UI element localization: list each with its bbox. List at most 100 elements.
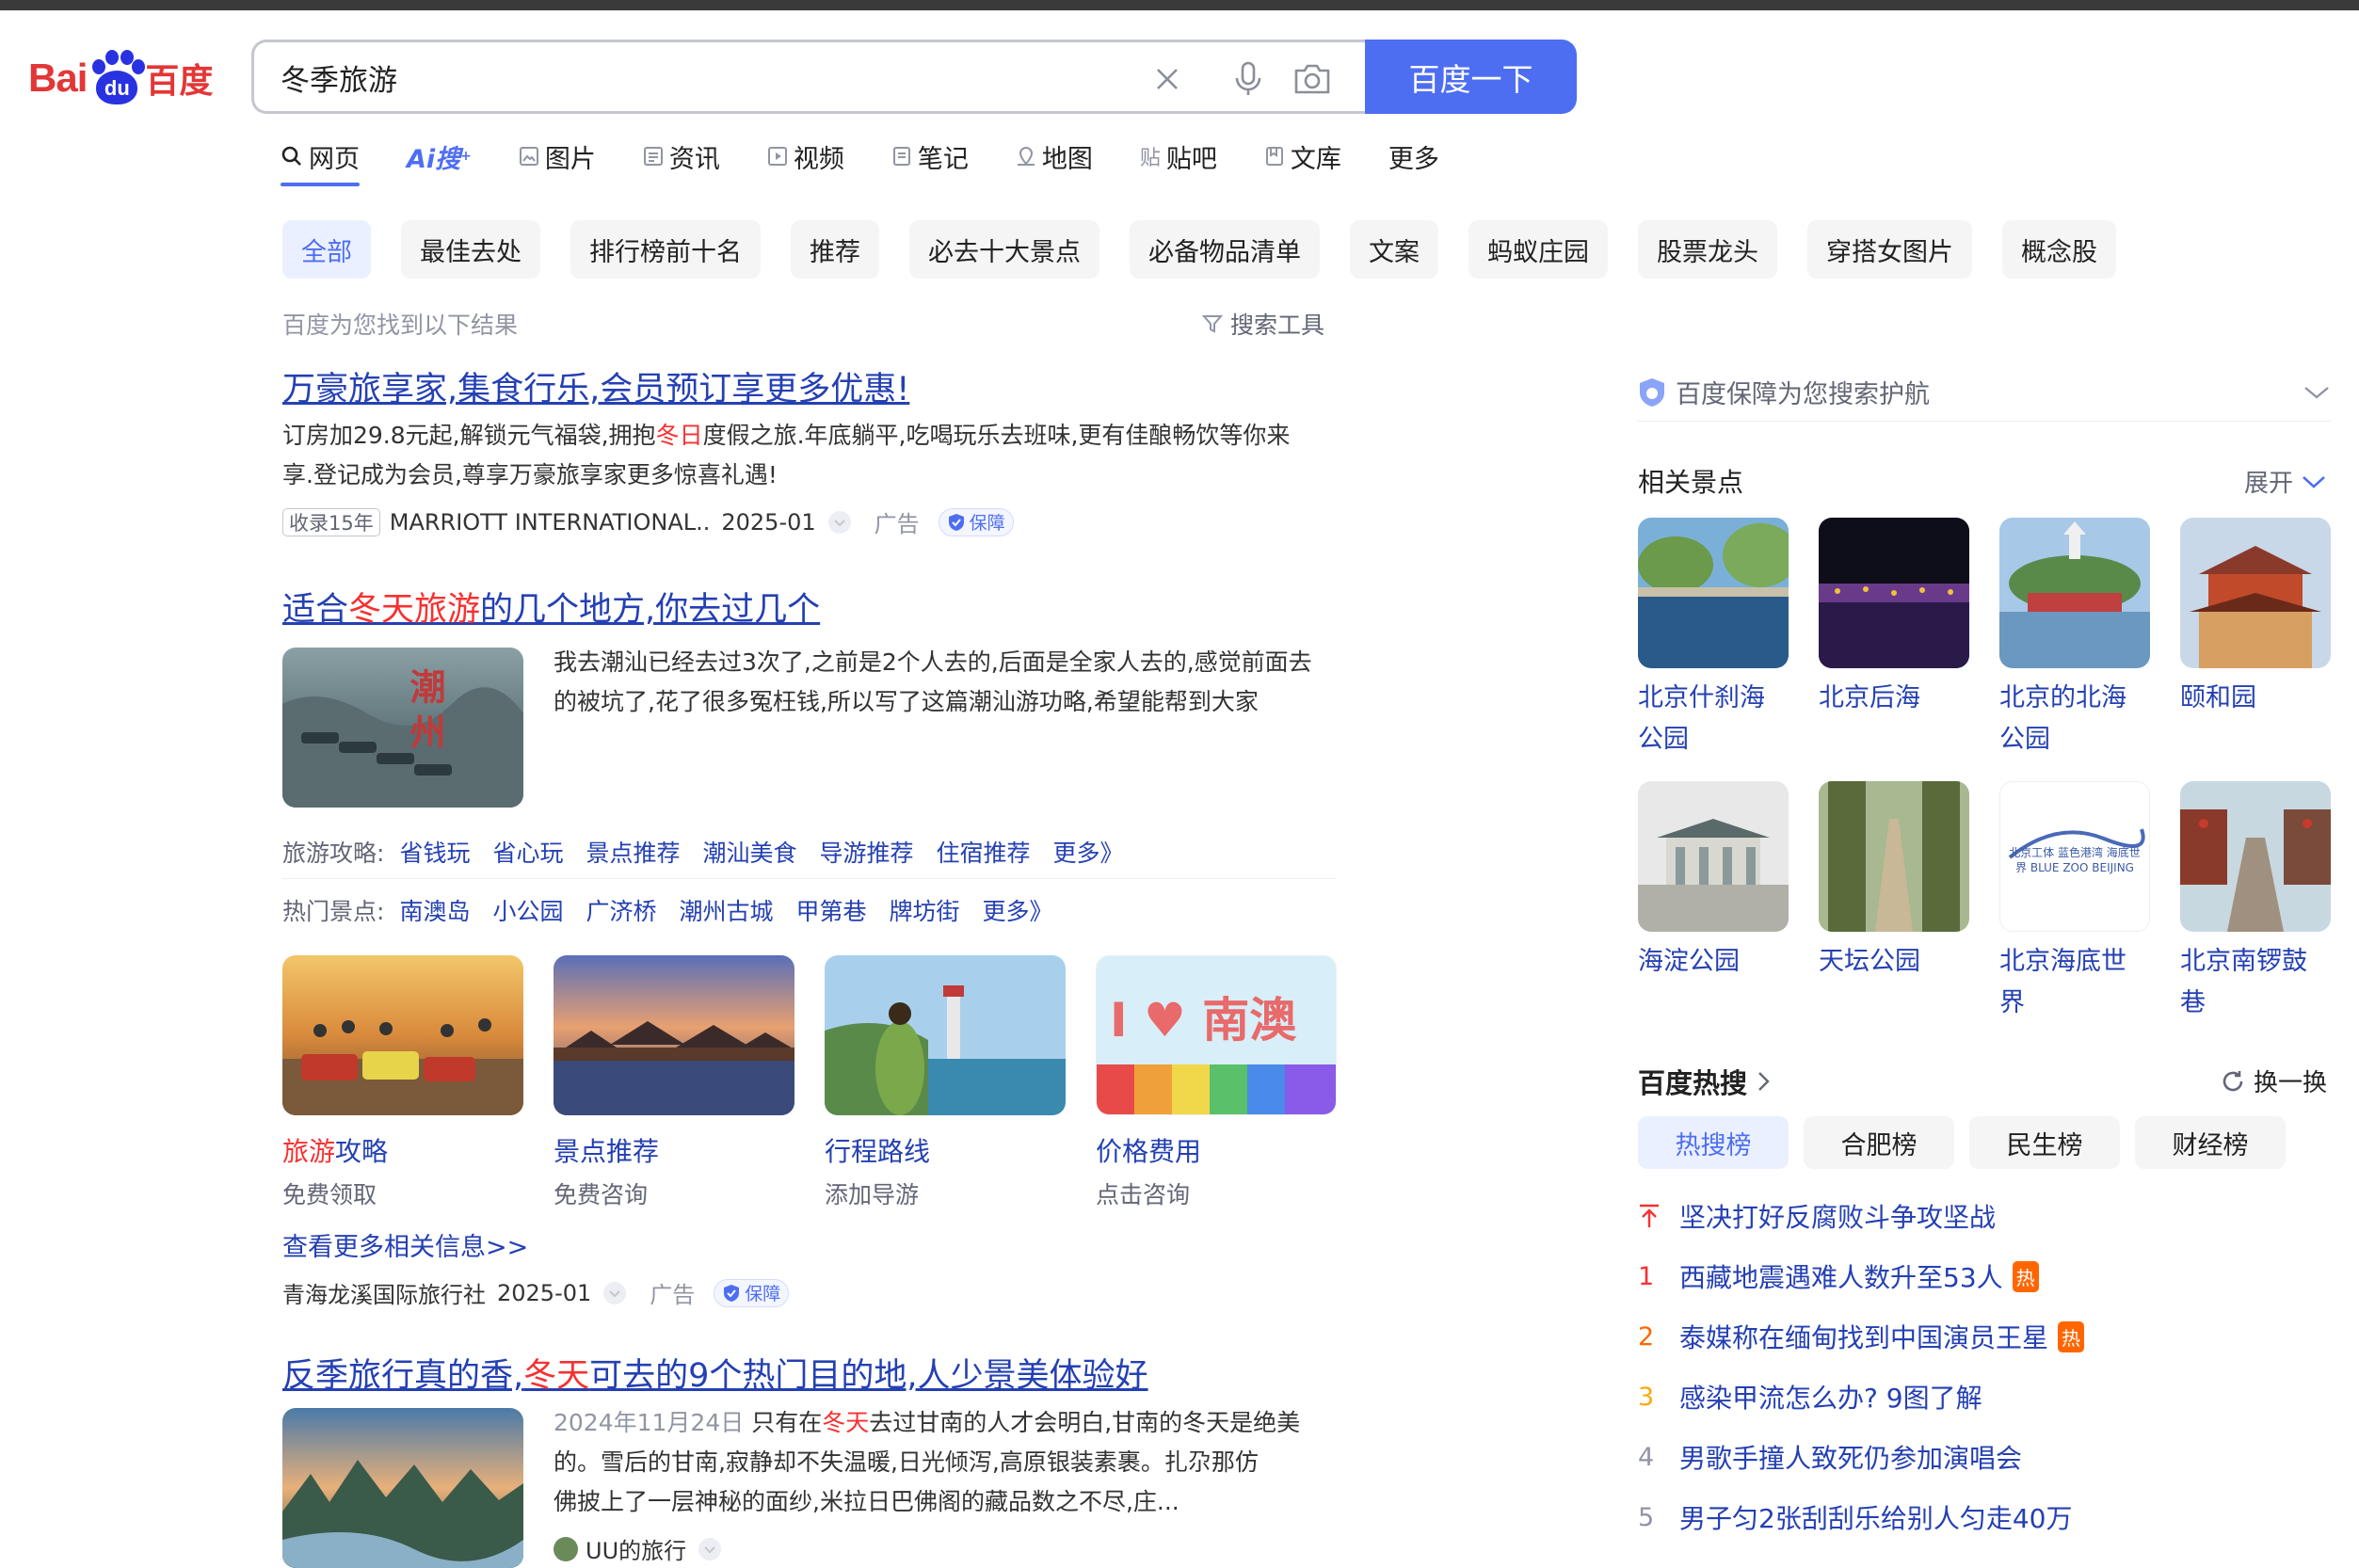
guide-link[interactable]: 省心玩 bbox=[492, 835, 563, 869]
card-title[interactable]: 景点推荐 bbox=[554, 1131, 659, 1169]
microphone-icon[interactable] bbox=[1229, 60, 1267, 98]
baidu-guarantee-bar[interactable]: 百度保障为您搜索护航 bbox=[1638, 363, 2331, 422]
hot-tab[interactable]: 合肥榜 bbox=[1804, 1116, 1954, 1169]
hot-tab[interactable]: 财经榜 bbox=[2135, 1116, 2286, 1169]
guide-more-link[interactable]: 更多》 bbox=[1053, 835, 1124, 869]
spot-card[interactable]: 颐和园 bbox=[2180, 518, 2331, 719]
result-3-title[interactable]: 反季旅行真的香,冬天可去的9个热门目的地,人少景美体验好 bbox=[282, 1349, 1148, 1397]
chip[interactable]: 必备物品清单 bbox=[1130, 220, 1320, 279]
result-2-title[interactable]: 适合冬天旅游的几个地方,你去过几个 bbox=[282, 583, 820, 631]
chip[interactable]: 文案 bbox=[1350, 220, 1438, 279]
search-tools-button[interactable]: 搜索工具 bbox=[1202, 307, 1324, 341]
tab-web[interactable]: 网页 bbox=[281, 132, 360, 186]
card-image-travel-guide[interactable] bbox=[282, 955, 523, 1115]
spot-link[interactable]: 甲第巷 bbox=[796, 893, 867, 927]
guide-link[interactable]: 潮汕美食 bbox=[702, 835, 796, 869]
spot-card[interactable]: 北京后海 bbox=[1819, 518, 1969, 719]
indexed-badge: 收录15年 bbox=[282, 507, 380, 536]
card-image-itinerary[interactable] bbox=[825, 955, 1066, 1115]
clear-icon[interactable] bbox=[1148, 60, 1186, 98]
refresh-button[interactable]: 换一换 bbox=[2220, 1064, 2327, 1098]
chip[interactable]: 蚂蚁庄园 bbox=[1468, 220, 1608, 279]
chip[interactable]: 必去十大景点 bbox=[909, 220, 1099, 279]
expand-button[interactable]: 展开 bbox=[2244, 464, 2327, 499]
chip-all[interactable]: 全部 bbox=[282, 220, 371, 279]
search-input[interactable] bbox=[281, 52, 1090, 103]
camera-icon[interactable] bbox=[1293, 60, 1331, 98]
hot-search-title[interactable]: 百度热搜 bbox=[1638, 1062, 1772, 1101]
card-subtitle: 免费咨询 bbox=[554, 1181, 649, 1208]
check-shield-icon bbox=[947, 513, 966, 532]
spot-link[interactable]: 小公园 bbox=[492, 893, 563, 927]
chip[interactable]: 推荐 bbox=[791, 220, 879, 279]
spot-card[interactable]: 海淀公园 bbox=[1638, 781, 1789, 983]
spot-link[interactable]: 广济桥 bbox=[586, 893, 656, 927]
result-1-title[interactable]: 万豪旅享家,集食行乐,会员预订享更多优惠! bbox=[282, 362, 909, 410]
source-name[interactable]: MARRIOTT INTERNATIONAL.. bbox=[390, 509, 711, 536]
title-text: 反季旅行真的香, bbox=[282, 1357, 524, 1395]
hot-item-text: 男子匀2张刮刮乐给别人匀走40万 bbox=[1679, 1503, 2073, 1534]
tab-news[interactable]: 资讯 bbox=[643, 132, 720, 181]
card-title[interactable]: 行程路线 bbox=[825, 1131, 930, 1169]
chip[interactable]: 排行榜前十名 bbox=[570, 220, 761, 279]
spot-more-link[interactable]: 更多》 bbox=[983, 893, 1053, 927]
hot-item[interactable]: 4 男歌手撞人致死仍参加演唱会 bbox=[1638, 1427, 2084, 1487]
chip[interactable]: 最佳去处 bbox=[401, 220, 540, 279]
hot-tab[interactable]: 民生榜 bbox=[1969, 1116, 2120, 1169]
tab-video[interactable]: 视频 bbox=[767, 132, 844, 181]
guide-link[interactable]: 景点推荐 bbox=[586, 835, 680, 869]
search-button[interactable]: 百度一下 bbox=[1365, 40, 1577, 114]
tab-more[interactable]: 更多 bbox=[1388, 132, 1439, 181]
author-avatar bbox=[554, 1536, 578, 1561]
card-title[interactable]: 价格费用 bbox=[1096, 1131, 1201, 1169]
spot-image bbox=[1819, 781, 1969, 932]
spot-link[interactable]: 潮州古城 bbox=[679, 893, 773, 927]
result-2-thumbnail[interactable]: 潮州 bbox=[282, 648, 523, 808]
hot-item[interactable]: 坚决打好反腐败斗争攻坚战 bbox=[1638, 1186, 2084, 1246]
chevron-down-icon[interactable] bbox=[2303, 383, 2331, 402]
hot-tab[interactable]: 热搜榜 bbox=[1638, 1116, 1789, 1169]
spot-link[interactable]: 南澳岛 bbox=[399, 893, 470, 927]
hot-item[interactable]: 2 泰媒称在缅甸找到中国演员王星热 bbox=[1638, 1306, 2085, 1367]
guide-link[interactable]: 省钱玩 bbox=[399, 835, 470, 869]
tab-tieba[interactable]: 贴贴吧 bbox=[1140, 132, 1217, 181]
spot-card[interactable]: 北京什刹海公园 bbox=[1638, 518, 1789, 760]
card-title[interactable]: 旅游攻略 bbox=[282, 1131, 388, 1169]
spot-card[interactable]: 天坛公园 bbox=[1819, 781, 1969, 983]
tab-notes[interactable]: 笔记 bbox=[891, 132, 969, 181]
card-subtitle: 点击咨询 bbox=[1096, 1181, 1191, 1208]
hot-item[interactable]: 1 西藏地震遇难人数升至53人热 bbox=[1638, 1246, 2084, 1306]
spot-card[interactable]: 北京南锣鼓巷 bbox=[2180, 781, 2331, 1024]
chip[interactable]: 穿搭女图片 bbox=[1807, 220, 1972, 279]
chip[interactable]: 概念股 bbox=[2002, 220, 2116, 279]
author-name[interactable]: UU的旅行 bbox=[586, 1532, 686, 1565]
card-image-price[interactable]: I ♥ 南澳 bbox=[1096, 955, 1337, 1115]
more-info-link[interactable]: 查看更多相关信息>> bbox=[282, 1226, 528, 1263]
spot-card[interactable]: 北京的北海公园 bbox=[1999, 518, 2150, 760]
tab-label: 贴吧 bbox=[1165, 144, 1217, 174]
source-name[interactable]: 青海龙溪国际旅行社 bbox=[282, 1276, 486, 1309]
dropdown-icon[interactable] bbox=[827, 510, 852, 535]
tab-label: 文库 bbox=[1290, 144, 1341, 174]
dropdown-icon[interactable] bbox=[698, 1537, 722, 1561]
guide-link[interactable]: 住宿推荐 bbox=[937, 835, 1031, 869]
tab-wenku[interactable]: 文库 bbox=[1264, 132, 1341, 181]
tab-map[interactable]: 地图 bbox=[1016, 132, 1093, 181]
thumbnail-text: 潮州 bbox=[404, 668, 445, 759]
hot-item[interactable]: 5 男子匀2张刮刮乐给别人匀走40万 bbox=[1638, 1487, 2084, 1547]
hot-item[interactable]: 3 感染甲流怎么办? 9图了解 bbox=[1638, 1367, 2084, 1427]
card-image-attractions[interactable] bbox=[554, 955, 794, 1115]
result-3-thumbnail[interactable] bbox=[282, 1408, 523, 1568]
baidu-logo[interactable]: Bai du 百度 bbox=[28, 45, 213, 111]
doc-icon bbox=[1264, 146, 1285, 167]
dropdown-icon[interactable] bbox=[602, 1281, 627, 1305]
chip[interactable]: 股票龙头 bbox=[1638, 220, 1777, 279]
guarantee-badge[interactable]: 保障 bbox=[714, 1278, 790, 1307]
tab-ai-search[interactable]: Ai搜 + bbox=[407, 132, 472, 181]
guide-link[interactable]: 导游推荐 bbox=[820, 835, 914, 869]
hot-spots-links: 热门景点: 南澳岛 小公园 广济桥 潮州古城 甲第巷 牌坊街 更多》 bbox=[282, 893, 1076, 927]
spot-card[interactable]: 北京海底世界 北京工体 蓝色港湾 海底世界 BLUE ZOO BEIJING bbox=[1999, 781, 2150, 1024]
guarantee-badge[interactable]: 保障 bbox=[938, 507, 1014, 536]
spot-link[interactable]: 牌坊街 bbox=[890, 893, 960, 927]
tab-images[interactable]: 图片 bbox=[519, 132, 596, 181]
